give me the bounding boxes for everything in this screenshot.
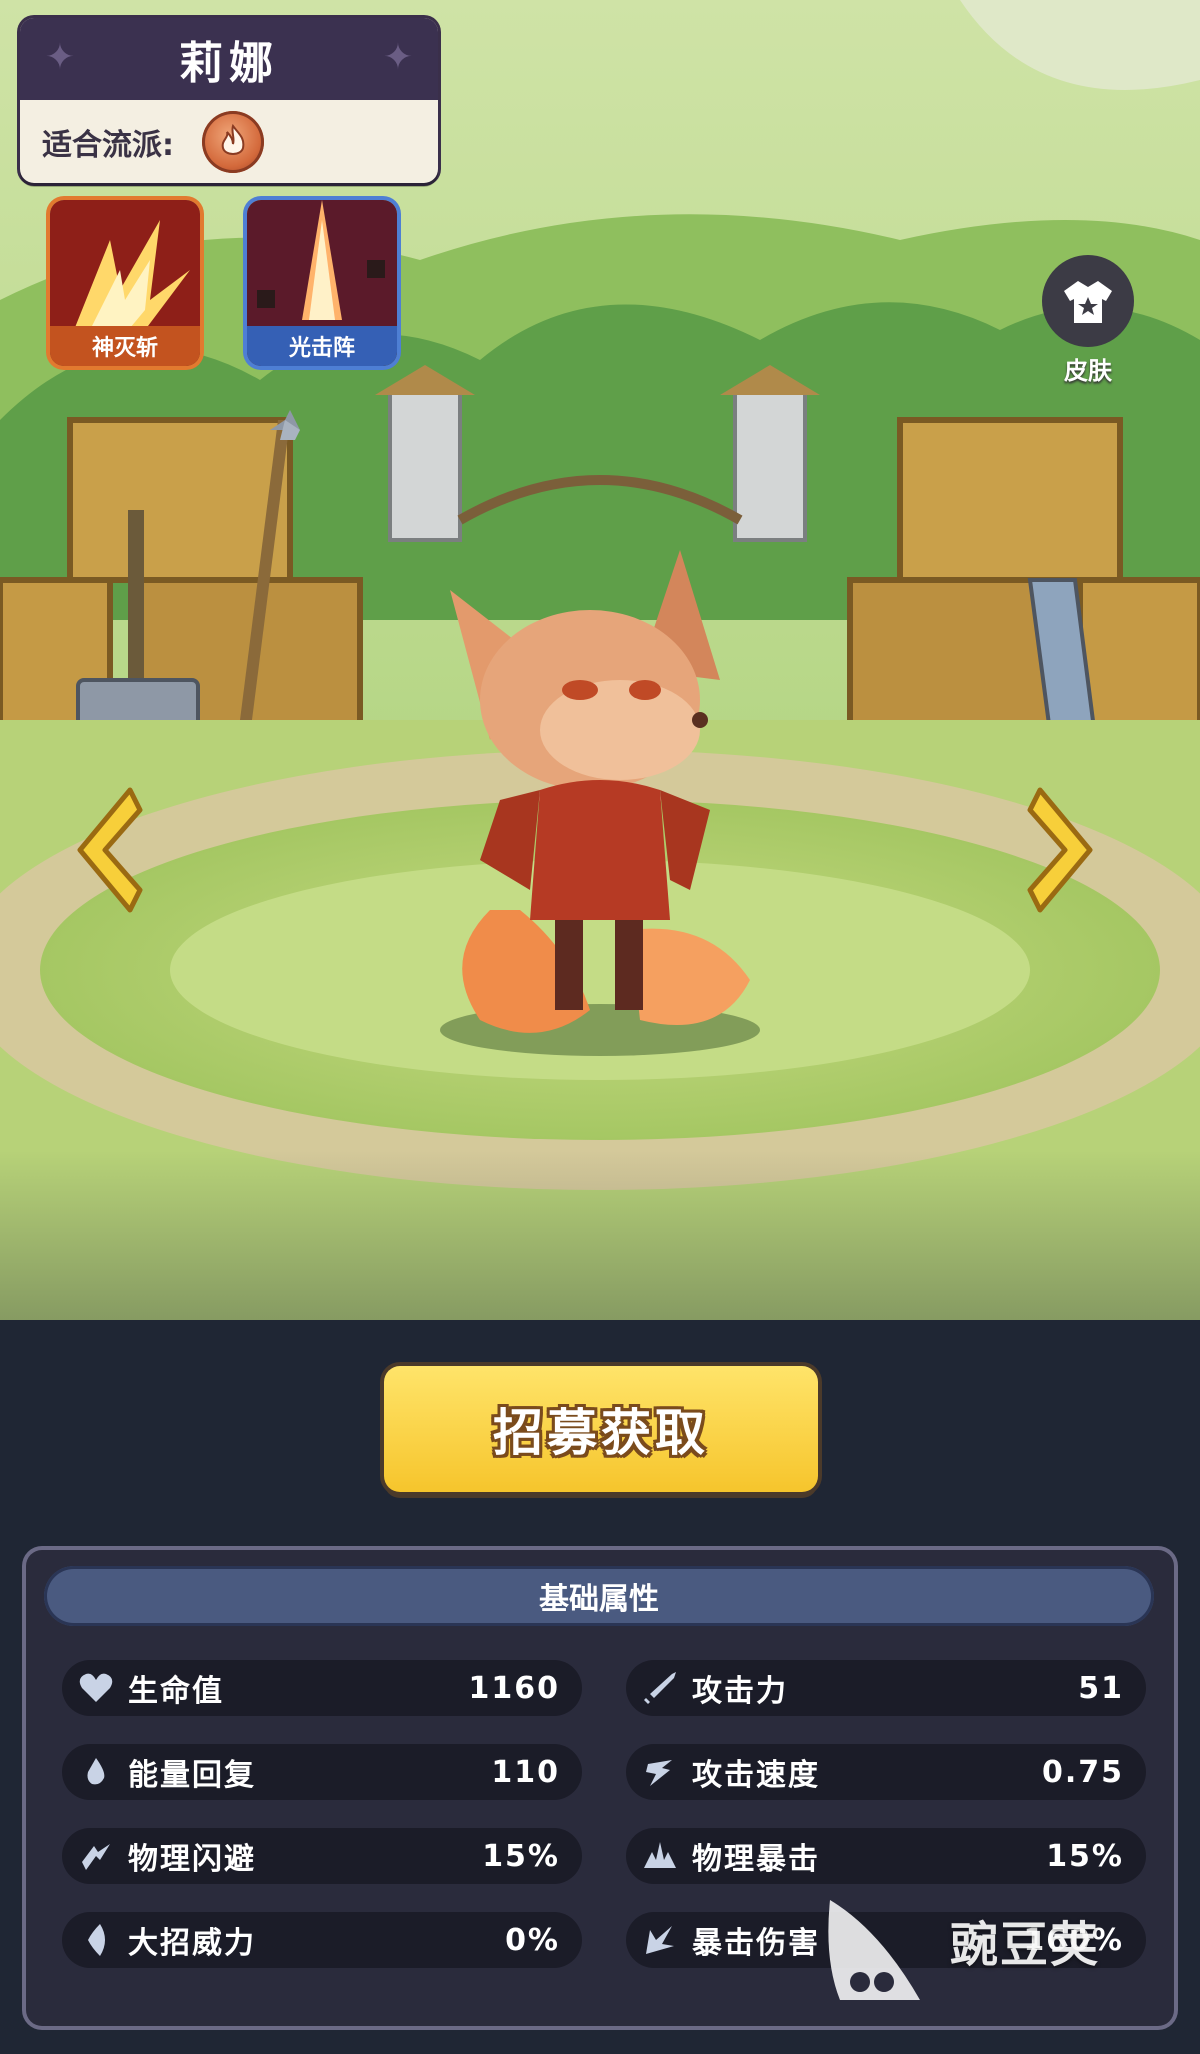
stat-name: 生命值	[128, 1674, 224, 1709]
stat-row-crit: 物理暴击 15%	[626, 1828, 1146, 1884]
energy-drop-icon	[72, 1748, 120, 1796]
stat-name: 物理暴击	[692, 1842, 820, 1877]
skill-card-2[interactable]: 光击阵	[247, 200, 397, 366]
stat-name: 攻击速度	[692, 1758, 820, 1793]
stat-value: 15%	[1046, 1838, 1124, 1874]
chevron-right-icon[interactable]	[1020, 780, 1110, 920]
recruit-button[interactable]: 招募获取	[384, 1366, 818, 1492]
stat-name: 大招威力	[128, 1926, 256, 1961]
stat-value: 1160	[468, 1670, 560, 1706]
skin-button[interactable]: 皮肤	[1038, 255, 1138, 386]
skill-label: 神灭斩	[50, 326, 200, 366]
sparkle-icon: ✦	[382, 37, 414, 78]
ultimate-icon	[72, 1916, 120, 1964]
hero-school-row: 适合流派:	[20, 100, 438, 183]
stat-value: 110	[491, 1754, 560, 1790]
chevron-left-icon[interactable]	[60, 780, 150, 920]
stat-value: 0%	[505, 1922, 560, 1958]
skill-label: 光击阵	[247, 326, 397, 366]
hero-info-card: ✦ 莉娜 ✦ 适合流派:	[20, 18, 438, 183]
speed-icon	[636, 1748, 684, 1796]
watermark-text: 豌豆荚	[950, 1917, 1101, 1973]
stat-row-dodge: 物理闪避 15%	[62, 1828, 582, 1884]
stat-row-hp: 生命值 1160	[62, 1660, 582, 1716]
stat-row-energy: 能量回复 110	[62, 1744, 582, 1800]
dodge-icon	[72, 1832, 120, 1880]
stat-value: 15%	[482, 1838, 560, 1874]
stat-value: 51	[1078, 1670, 1124, 1706]
skin-label: 皮肤	[1064, 357, 1112, 385]
crit-damage-icon	[636, 1916, 684, 1964]
hero-name-bar: ✦ 莉娜 ✦	[20, 18, 438, 100]
recruit-label: 招募获取	[493, 1404, 709, 1462]
stats-title: 基础属性	[44, 1566, 1154, 1626]
fire-flame-icon[interactable]	[202, 110, 264, 173]
stat-value: 0.75	[1041, 1754, 1124, 1790]
stat-row-attack: 攻击力 51	[626, 1660, 1146, 1716]
watermark-logo	[828, 1900, 920, 2000]
stat-name: 攻击力	[692, 1674, 788, 1709]
hero-name: 莉娜	[179, 38, 279, 89]
school-label: 适合流派:	[42, 127, 174, 163]
stat-name: 物理闪避	[128, 1842, 256, 1877]
stat-row-attack-speed: 攻击速度 0.75	[626, 1744, 1146, 1800]
crit-icon	[636, 1832, 684, 1880]
shirt-icon	[1042, 255, 1134, 347]
stat-name: 能量回复	[128, 1758, 256, 1793]
sparkle-icon: ✦	[44, 37, 76, 78]
heart-icon	[72, 1664, 120, 1712]
stat-row-ultimate: 大招威力 0%	[62, 1912, 582, 1968]
sword-icon	[636, 1664, 684, 1712]
skill-card-1[interactable]: 神灭斩	[50, 200, 200, 366]
